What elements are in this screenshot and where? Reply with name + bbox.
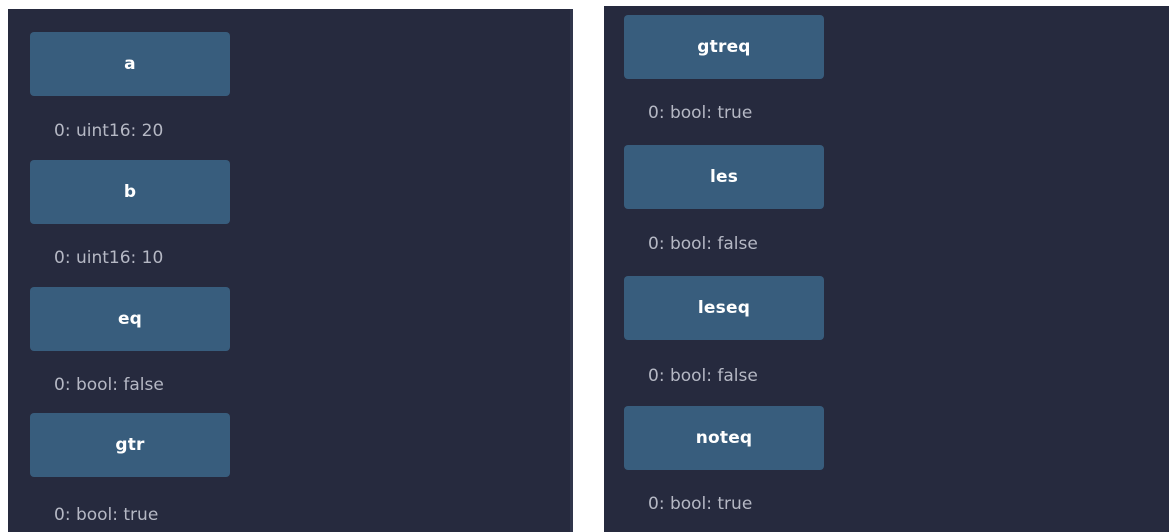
function-eq-label: eq [117,309,143,329]
function-gtr-button[interactable]: gtr [30,413,230,477]
function-les-button[interactable]: les [624,145,824,209]
function-gtreq-button[interactable]: gtreq [624,15,824,79]
function-eq-result: 0: bool: false [54,375,164,395]
function-noteq-label: noteq [695,428,753,448]
function-leseq-label: leseq [697,298,751,318]
functions-panel-left: a 0: uint16: 20 b 0: uint16: 10 eq 0: bo… [8,9,573,532]
function-gtr-result: 0: bool: true [54,505,159,525]
function-gtr-label: gtr [115,435,145,455]
function-a-button[interactable]: a [30,32,230,96]
functions-panel-right: gtreq 0: bool: true les 0: bool: false l… [604,6,1169,532]
function-les-label: les [709,167,739,187]
function-leseq-button[interactable]: leseq [624,276,824,340]
function-eq-button[interactable]: eq [30,287,230,351]
function-les-result: 0: bool: false [648,234,758,254]
function-gtreq-result: 0: bool: true [648,103,753,123]
function-a-label: a [124,54,136,74]
function-leseq-result: 0: bool: false [648,366,758,386]
function-gtreq-label: gtreq [697,37,751,57]
contract-interaction-page: a 0: uint16: 20 b 0: uint16: 10 eq 0: bo… [0,0,1169,532]
function-noteq-result: 0: bool: true [648,494,753,514]
function-b-label: b [123,182,137,202]
function-a-result: 0: uint16: 20 [54,121,164,141]
function-noteq-button[interactable]: noteq [624,406,824,470]
function-b-button[interactable]: b [30,160,230,224]
function-b-result: 0: uint16: 10 [54,248,164,268]
